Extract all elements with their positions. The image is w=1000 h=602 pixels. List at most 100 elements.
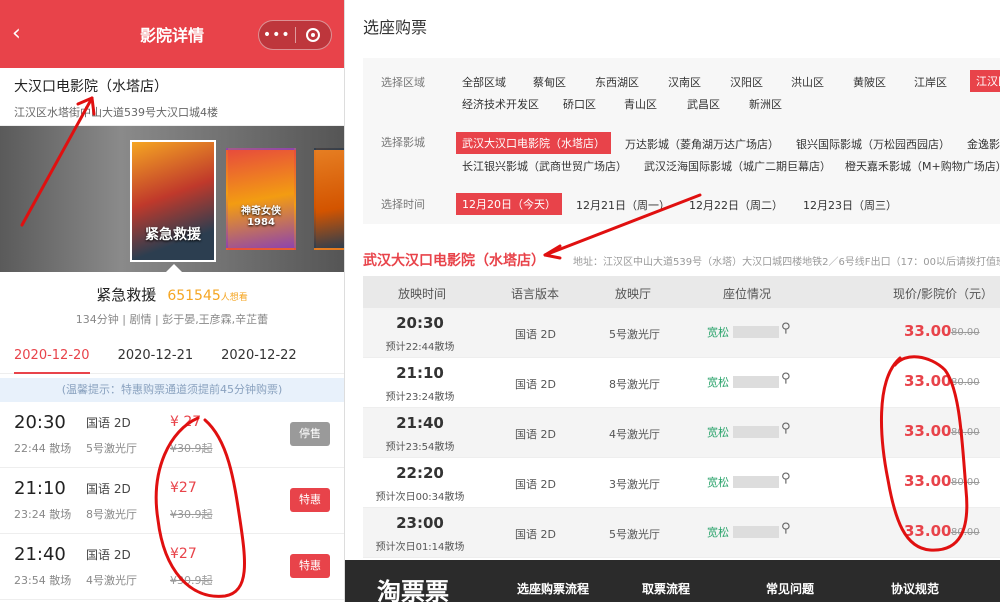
time-option[interactable]: 12月22日（周二） (689, 197, 783, 213)
movie-meta: 134分钟 | 剧情 | 彭于晏,王彦霖,辛芷蕾 (75, 313, 269, 326)
price: 33.00 (904, 372, 952, 390)
region-option[interactable]: 江岸区 (914, 74, 947, 90)
cinema-option[interactable]: 银兴国际影城（万松园西园店） (796, 136, 950, 152)
date-tab-2[interactable]: 2020-12-22 (221, 338, 297, 373)
end-time: 23:24 散场 (14, 508, 72, 521)
hall: 4号激光厅 (609, 428, 660, 441)
region-option[interactable]: 东西湖区 (595, 74, 639, 90)
original-price: 80.00 (951, 477, 980, 488)
region-option[interactable]: 新洲区 (749, 96, 782, 112)
magnifier-icon[interactable]: ⚲ (781, 371, 791, 386)
col-seat: 座位情况 (723, 287, 772, 301)
col-price: 现价/影院价（元） (893, 287, 994, 301)
table-row[interactable]: 21:10 预计23:24散场 国语 2D 8号激光厅 宽松 ⚲ 33.00 8… (363, 358, 1000, 408)
region-option[interactable]: 硚口区 (563, 96, 596, 112)
time-option[interactable]: 12月21日（周一） (576, 197, 670, 213)
footer-link[interactable]: 常见问题 (766, 580, 814, 597)
showing-row[interactable]: 21:10 23:24 散场 国语 2D 8号激光厅 ¥27 ¥30.9起 特惠 (0, 468, 344, 534)
date-tab-1[interactable]: 2020-12-21 (118, 338, 194, 373)
site-logo[interactable]: 淘票票 (377, 572, 449, 602)
show-time: 20:30 (396, 314, 444, 332)
region-option[interactable]: 经济技术开发区 (462, 96, 539, 112)
magnifier-icon[interactable]: ⚲ (781, 421, 791, 436)
mobile-cinema-detail: ‹ 影院详情 ••• 大汉口电影院（水塔店） 江汉区水塔街中山大道539号大汉口… (0, 0, 345, 602)
table-row[interactable]: 23:00 预计次日01:14散场 国语 2D 5号激光厅 宽松 ⚲ 33.00… (363, 508, 1000, 558)
poster-title: 神奇女侠1984 (241, 206, 281, 228)
footer-link[interactable]: 选座购票流程 (517, 580, 589, 597)
table-row[interactable]: 22:20 预计次日00:34散场 国语 2D 3号激光厅 宽松 ⚲ 33.00… (363, 458, 1000, 508)
more-dots-icon[interactable]: ••• (259, 27, 295, 43)
cinema-option-selected[interactable]: 武汉大汉口电影院（水塔店） (456, 132, 611, 154)
sold-out-button[interactable]: 停售 (290, 422, 330, 446)
region-option[interactable]: 汉南区 (668, 74, 701, 90)
special-offer-button[interactable]: 特惠 (290, 554, 330, 578)
end-time: 预计次日00:34散场 (375, 492, 465, 503)
showing-row[interactable]: 20:30 22:44 散场 国语 2D 5号激光厅 ¥ 27 ¥30.9起 停… (0, 402, 344, 468)
cinema-option[interactable]: 长江银兴影城（武商世贸广场店） (462, 158, 627, 174)
region-option[interactable]: 洪山区 (791, 74, 824, 90)
region-option[interactable]: 全部区域 (462, 74, 506, 90)
poster-carousel[interactable]: 紧急救援 神奇女侠1984 (0, 126, 344, 272)
screenshot-root: ‹ 影院详情 ••• 大汉口电影院（水塔店） 江汉区水塔街中山大道539号大汉口… (0, 0, 1000, 602)
special-offer-button[interactable]: 特惠 (290, 488, 330, 512)
magnifier-icon[interactable]: ⚲ (781, 521, 791, 536)
cinema-option[interactable]: 橙天嘉禾影城（M+购物广场店） (845, 158, 1000, 174)
time-option-selected[interactable]: 12月20日（今天） (456, 193, 562, 215)
price: 33.00 (904, 522, 952, 540)
price: ¥27 (170, 480, 197, 496)
footer-link[interactable]: 取票流程 (642, 580, 690, 597)
poster[interactable] (314, 148, 344, 250)
cinema-option[interactable]: 武汉泛海国际影城（城广二期巨幕店） (644, 158, 831, 174)
version: 国语 2D (515, 478, 556, 491)
showing-row[interactable]: 21:40 23:54 散场 国语 2D 4号激光厅 ¥27 ¥30.9起 特惠 (0, 534, 344, 600)
magnifier-icon[interactable]: ⚲ (781, 321, 791, 336)
show-time: 23:00 (396, 514, 444, 532)
seat-bar (733, 426, 779, 438)
close-icon[interactable] (295, 28, 331, 42)
version: 国语 2D (86, 482, 131, 496)
region-option-selected[interactable]: 江汉区 (970, 70, 1000, 92)
table-row[interactable]: 21:40 预计23:54散场 国语 2D 4号激光厅 宽松 ⚲ 33.00 8… (363, 408, 1000, 458)
end-time: 预计23:54散场 (385, 442, 455, 453)
region-option[interactable]: 汉阳区 (730, 74, 763, 90)
end-time: 22:44 散场 (14, 442, 72, 455)
col-show-time: 放映时间 (398, 287, 447, 301)
want-to-see-count: 651545 (167, 288, 221, 304)
original-price: 80.00 (951, 377, 980, 388)
footer-link[interactable]: 协议规范 (891, 580, 939, 597)
price: ¥27 (170, 546, 197, 562)
magnifier-icon[interactable]: ⚲ (781, 471, 791, 486)
hall: 3号激光厅 (609, 478, 660, 491)
show-time: 21:40 (396, 414, 444, 432)
mini-program-capsule: ••• (258, 20, 332, 50)
end-time: 预计22:44散场 (385, 342, 455, 353)
table-row[interactable]: 20:30 预计22:44散场 国语 2D 5号激光厅 宽松 ⚲ 33.00 8… (363, 308, 1000, 358)
cinema-heading: 武汉大汉口电影院（水塔店） (363, 253, 545, 269)
region-option[interactable]: 黄陂区 (853, 74, 886, 90)
version: 国语 2D (515, 528, 556, 541)
cinema-option[interactable]: 金逸影城 (967, 136, 1000, 152)
region-option[interactable]: 蔡甸区 (533, 74, 566, 90)
seat-bar (733, 526, 779, 538)
price: 33.00 (904, 322, 952, 340)
date-tabs: 2020-12-20 2020-12-21 2020-12-22 (0, 338, 344, 374)
price: 33.00 (904, 422, 952, 440)
want-to-see-unit: 人想看 (220, 293, 248, 303)
seat-bar (733, 326, 779, 338)
hall: 8号激光厅 (86, 508, 137, 521)
showing-list: 20:30 22:44 散场 国语 2D 5号激光厅 ¥ 27 ¥30.9起 停… (0, 402, 344, 600)
date-tab-0[interactable]: 2020-12-20 (14, 338, 90, 374)
cinema-option[interactable]: 万达影城（菱角湖万达广场店） (625, 136, 779, 152)
show-time: 21:10 (14, 478, 66, 499)
version: 国语 2D (515, 378, 556, 391)
seat-status: 宽松 (707, 426, 729, 439)
col-hall: 放映厅 (615, 287, 652, 301)
selection-pointer (166, 264, 182, 272)
original-price: ¥30.9起 (170, 442, 213, 455)
poster-selected[interactable]: 紧急救援 (130, 140, 216, 262)
poster[interactable]: 神奇女侠1984 (226, 148, 296, 250)
region-option[interactable]: 武昌区 (687, 96, 720, 112)
price: ¥ 27 (170, 414, 202, 430)
time-option[interactable]: 12月23日（周三） (803, 197, 897, 213)
region-option[interactable]: 青山区 (624, 96, 657, 112)
